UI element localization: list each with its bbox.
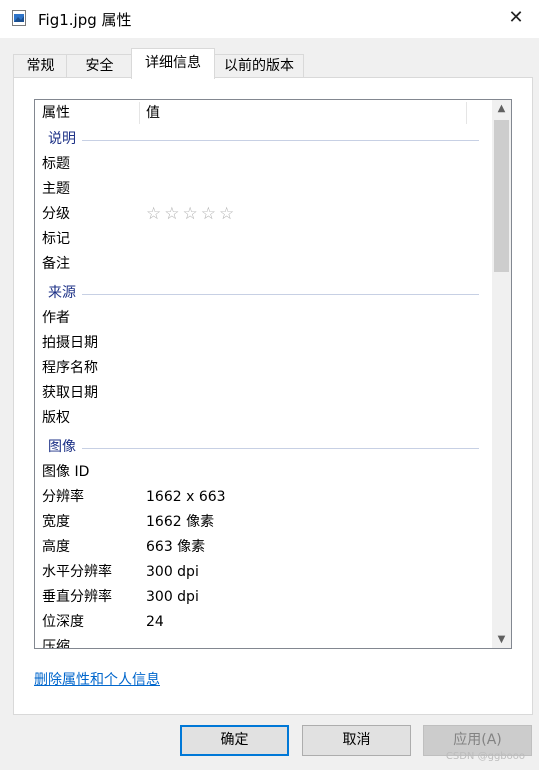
- property-row-title[interactable]: 标题: [35, 152, 492, 177]
- property-name: 拍摄日期: [42, 335, 98, 351]
- title-bar: Fig1.jpg 属性 ✕: [0, 0, 539, 38]
- property-name: 位深度: [42, 614, 84, 630]
- remove-properties-link[interactable]: 删除属性和个人信息: [34, 669, 160, 689]
- property-name: 获取日期: [42, 385, 98, 401]
- vertical-scrollbar[interactable]: ▲ ▼: [492, 100, 511, 648]
- property-value: 1662 像素: [146, 514, 215, 530]
- property-row-rating[interactable]: 分级 ☆☆☆☆☆: [35, 202, 492, 227]
- property-name: 标题: [42, 156, 70, 172]
- list-header: 属性 值: [35, 100, 492, 126]
- image-file-icon: [12, 10, 26, 26]
- ok-button[interactable]: 确定: [180, 725, 289, 756]
- property-row-program-name[interactable]: 程序名称: [35, 356, 492, 381]
- group-image: 图像: [35, 435, 492, 460]
- scrollbar-thumb[interactable]: [494, 120, 509, 272]
- property-row-compression[interactable]: 压缩: [35, 635, 492, 649]
- property-row-tags[interactable]: 标记: [35, 227, 492, 252]
- star-icon[interactable]: ☆: [219, 204, 237, 224]
- group-description: 说明: [35, 127, 492, 152]
- property-row-vertical-resolution[interactable]: 垂直分辨率 300 dpi: [35, 585, 492, 610]
- property-name: 分级: [42, 206, 70, 222]
- tab-details[interactable]: 详细信息: [131, 48, 215, 79]
- property-name: 高度: [42, 539, 70, 555]
- property-row-date-acquired[interactable]: 获取日期: [35, 381, 492, 406]
- close-button[interactable]: ✕: [493, 0, 539, 38]
- window-title: Fig1.jpg 属性: [38, 11, 132, 29]
- property-list[interactable]: 属性 值 说明 标题 主题 分级 ☆☆☆☆☆ 标记 备注 来源 作者 拍摄日期 …: [34, 99, 512, 649]
- property-value: 663 像素: [146, 539, 206, 555]
- property-name: 程序名称: [42, 360, 98, 376]
- group-divider: [82, 140, 479, 141]
- property-row-dimensions[interactable]: 分辨率 1662 x 663: [35, 485, 492, 510]
- column-divider[interactable]: [466, 102, 467, 124]
- property-row-height[interactable]: 高度 663 像素: [35, 535, 492, 560]
- property-name: 垂直分辨率: [42, 589, 112, 605]
- property-row-copyright[interactable]: 版权: [35, 406, 492, 431]
- group-origin: 来源: [35, 281, 492, 306]
- property-value: 300 dpi: [146, 564, 199, 580]
- tab-security[interactable]: 安全: [66, 54, 133, 77]
- column-header-property[interactable]: 属性: [35, 100, 139, 126]
- property-row-author[interactable]: 作者: [35, 306, 492, 331]
- property-row-subject[interactable]: 主题: [35, 177, 492, 202]
- property-row-date-taken[interactable]: 拍摄日期: [35, 331, 492, 356]
- close-icon: ✕: [508, 7, 524, 28]
- property-name: 水平分辨率: [42, 564, 112, 580]
- tab-previous-versions[interactable]: 以前的版本: [214, 54, 304, 77]
- property-name: 版权: [42, 410, 70, 426]
- details-panel: 属性 值 说明 标题 主题 分级 ☆☆☆☆☆ 标记 备注 来源 作者 拍摄日期 …: [13, 77, 533, 715]
- watermark: CSDN @ggbooo: [445, 751, 525, 762]
- property-row-horizontal-resolution[interactable]: 水平分辨率 300 dpi: [35, 560, 492, 585]
- group-divider: [82, 448, 479, 449]
- group-label: 图像: [48, 439, 76, 455]
- property-row-image-id[interactable]: 图像 ID: [35, 460, 492, 485]
- property-name: 压缩: [42, 639, 70, 649]
- property-name: 主题: [42, 181, 70, 197]
- property-row-bit-depth[interactable]: 位深度 24: [35, 610, 492, 635]
- group-label: 说明: [48, 131, 76, 147]
- scroll-up-icon[interactable]: ▲: [492, 100, 511, 117]
- property-name: 作者: [42, 310, 70, 326]
- group-label: 来源: [48, 285, 76, 301]
- property-name: 宽度: [42, 514, 70, 530]
- star-icon[interactable]: ☆: [164, 204, 182, 224]
- cancel-button[interactable]: 取消: [302, 725, 411, 756]
- star-icon[interactable]: ☆: [183, 204, 201, 224]
- property-name: 图像 ID: [42, 464, 90, 480]
- property-value: 24: [146, 614, 164, 630]
- property-row-comments[interactable]: 备注: [35, 252, 492, 277]
- rating-stars[interactable]: ☆☆☆☆☆: [146, 202, 237, 227]
- star-icon[interactable]: ☆: [146, 204, 164, 224]
- property-value: 300 dpi: [146, 589, 199, 605]
- property-name: 标记: [42, 231, 70, 247]
- tab-general[interactable]: 常规: [13, 54, 68, 77]
- star-icon[interactable]: ☆: [201, 204, 219, 224]
- property-name: 分辨率: [42, 489, 84, 505]
- group-divider: [82, 294, 479, 295]
- dialog-body: 常规 安全 详细信息 以前的版本 属性 值 说明 标题 主题 分级 ☆☆☆☆☆ …: [0, 38, 539, 770]
- property-value: 1662 x 663: [146, 489, 226, 505]
- column-header-value[interactable]: 值: [139, 100, 466, 126]
- scroll-down-icon[interactable]: ▼: [492, 631, 511, 648]
- property-name: 备注: [42, 256, 70, 272]
- property-row-width[interactable]: 宽度 1662 像素: [35, 510, 492, 535]
